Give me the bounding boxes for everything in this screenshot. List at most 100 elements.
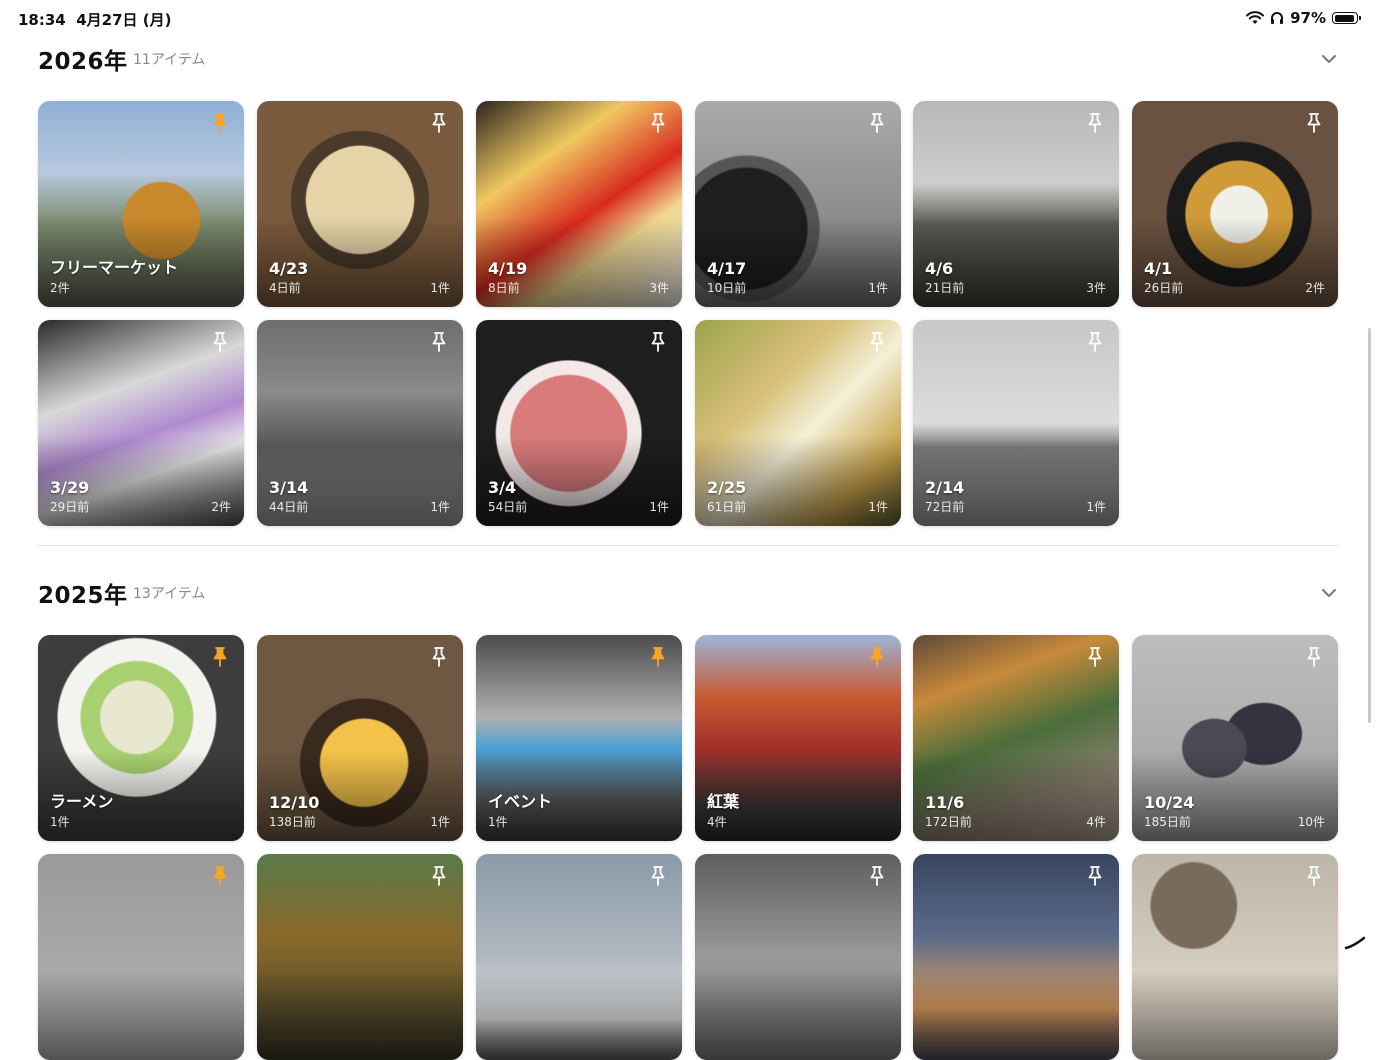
album-tile[interactable]: 4/1 26日前 2件 [1132, 101, 1338, 307]
chevron-down-icon[interactable] [1320, 584, 1338, 602]
pencil-stroke-icon [1344, 936, 1366, 950]
album-tile[interactable]: 3/29 29日前 2件 [38, 320, 244, 526]
pin-outline-icon[interactable] [1083, 330, 1107, 354]
tile-count: 4件 [1086, 815, 1106, 829]
tile-count: 2件 [1305, 281, 1325, 295]
tile-subtitle: 21日前 [925, 281, 965, 295]
album-tile[interactable]: 12/10 138日前 1件 [257, 635, 463, 841]
pin-filled-icon[interactable] [208, 645, 232, 669]
pin-outline-icon[interactable] [1302, 645, 1326, 669]
tile-count: 1件 [649, 500, 669, 514]
tile-subtitle: 44日前 [269, 500, 309, 514]
section-header-2026[interactable]: 2026年 11アイテム [38, 42, 1338, 82]
wifi-icon [1246, 11, 1265, 24]
pin-outline-icon[interactable] [208, 330, 232, 354]
album-tile[interactable] [1132, 854, 1338, 1060]
pin-outline-icon[interactable] [1083, 864, 1107, 888]
section-header-2025[interactable]: 2025年 13アイテム [38, 576, 1338, 616]
status-bar: 18:34 4月27日 (月) 97% [0, 0, 1376, 34]
tile-title: 紅葉 [707, 792, 740, 811]
pin-outline-icon[interactable] [1302, 864, 1326, 888]
tile-subtitle: 2件 [50, 281, 70, 295]
status-time: 18:34 4月27日 (月) [18, 11, 172, 29]
album-tile[interactable]: 3/14 44日前 1件 [257, 320, 463, 526]
tile-subtitle: 185日前 [1144, 815, 1191, 829]
tile-subtitle: 8日前 [488, 281, 520, 295]
tile-title: 3/14 [269, 478, 309, 497]
section-year: 2026年 [38, 49, 128, 75]
headphones-icon [1271, 12, 1284, 24]
tile-count: 1件 [1086, 500, 1106, 514]
album-tile[interactable] [257, 854, 463, 1060]
album-tile[interactable] [913, 854, 1119, 1060]
tile-count: 1件 [868, 281, 888, 295]
tile-shade [913, 970, 1119, 1060]
pin-outline-icon[interactable] [646, 864, 670, 888]
tile-count: 1件 [868, 500, 888, 514]
pin-filled-icon[interactable] [208, 111, 232, 135]
tile-title: 2/25 [707, 478, 747, 497]
pin-outline-icon[interactable] [865, 330, 889, 354]
pin-outline-icon[interactable] [1083, 645, 1107, 669]
tile-shade [38, 970, 244, 1060]
album-tile[interactable] [476, 854, 682, 1060]
section-item-count: 11アイテム [133, 52, 206, 68]
pin-outline-icon[interactable] [865, 111, 889, 135]
tile-count: 10件 [1297, 815, 1325, 829]
tile-title: 4/23 [269, 259, 309, 278]
tile-title: 3/4 [488, 478, 517, 497]
pin-outline-icon[interactable] [646, 330, 670, 354]
tile-title: 2/14 [925, 478, 965, 497]
tile-shade [1132, 970, 1338, 1060]
tile-subtitle: 1件 [488, 815, 508, 829]
tile-title: フリーマーケット [50, 258, 179, 277]
album-tile[interactable] [695, 854, 901, 1060]
album-tile[interactable]: 4/17 10日前 1件 [695, 101, 901, 307]
pin-outline-icon[interactable] [427, 864, 451, 888]
pin-filled-icon[interactable] [865, 645, 889, 669]
pin-filled-icon[interactable] [208, 864, 232, 888]
pin-outline-icon[interactable] [427, 330, 451, 354]
album-tile[interactable]: ラーメン 1件 [38, 635, 244, 841]
tile-title: 11/6 [925, 793, 965, 812]
album-tile[interactable]: 10/24 185日前 10件 [1132, 635, 1338, 841]
album-tile[interactable]: 紅葉 4件 [695, 635, 901, 841]
battery-percent: 97% [1290, 9, 1326, 27]
pin-outline-icon[interactable] [865, 864, 889, 888]
chevron-down-icon[interactable] [1320, 50, 1338, 68]
album-tile[interactable]: 2/25 61日前 1件 [695, 320, 901, 526]
tile-count: 3件 [1086, 281, 1106, 295]
tile-subtitle: 138日前 [269, 815, 316, 829]
tile-subtitle: 172日前 [925, 815, 972, 829]
tile-subtitle: 61日前 [707, 500, 747, 514]
scrollbar[interactable] [1368, 328, 1371, 723]
pin-outline-icon[interactable] [1083, 111, 1107, 135]
album-tile[interactable]: 4/19 8日前 3件 [476, 101, 682, 307]
tile-title: 4/1 [1144, 259, 1173, 278]
tile-title: 4/6 [925, 259, 954, 278]
album-tile[interactable]: 2/14 72日前 1件 [913, 320, 1119, 526]
tile-subtitle: 29日前 [50, 500, 90, 514]
pin-outline-icon[interactable] [427, 645, 451, 669]
tile-subtitle: 4日前 [269, 281, 301, 295]
tile-subtitle: 26日前 [1144, 281, 1184, 295]
album-tile[interactable]: 4/23 4日前 1件 [257, 101, 463, 307]
album-tile[interactable]: イベント 1件 [476, 635, 682, 841]
pin-outline-icon[interactable] [646, 111, 670, 135]
pin-filled-icon[interactable] [646, 645, 670, 669]
album-tile[interactable]: 4/6 21日前 3件 [913, 101, 1119, 307]
tile-title: 4/19 [488, 259, 528, 278]
tile-title: イベント [488, 792, 553, 811]
album-tile[interactable]: 3/4 54日前 1件 [476, 320, 682, 526]
pin-outline-icon[interactable] [1302, 111, 1326, 135]
album-tile[interactable] [38, 854, 244, 1060]
album-tile[interactable]: フリーマーケット 2件 [38, 101, 244, 307]
battery-icon [1332, 12, 1361, 24]
tile-subtitle: 10日前 [707, 281, 747, 295]
tile-title: ラーメン [50, 792, 114, 811]
section-item-count: 13アイテム [133, 586, 206, 602]
tile-count: 1件 [430, 815, 450, 829]
pin-outline-icon[interactable] [427, 111, 451, 135]
status-right: 97% [1246, 9, 1361, 27]
album-tile[interactable]: 11/6 172日前 4件 [913, 635, 1119, 841]
